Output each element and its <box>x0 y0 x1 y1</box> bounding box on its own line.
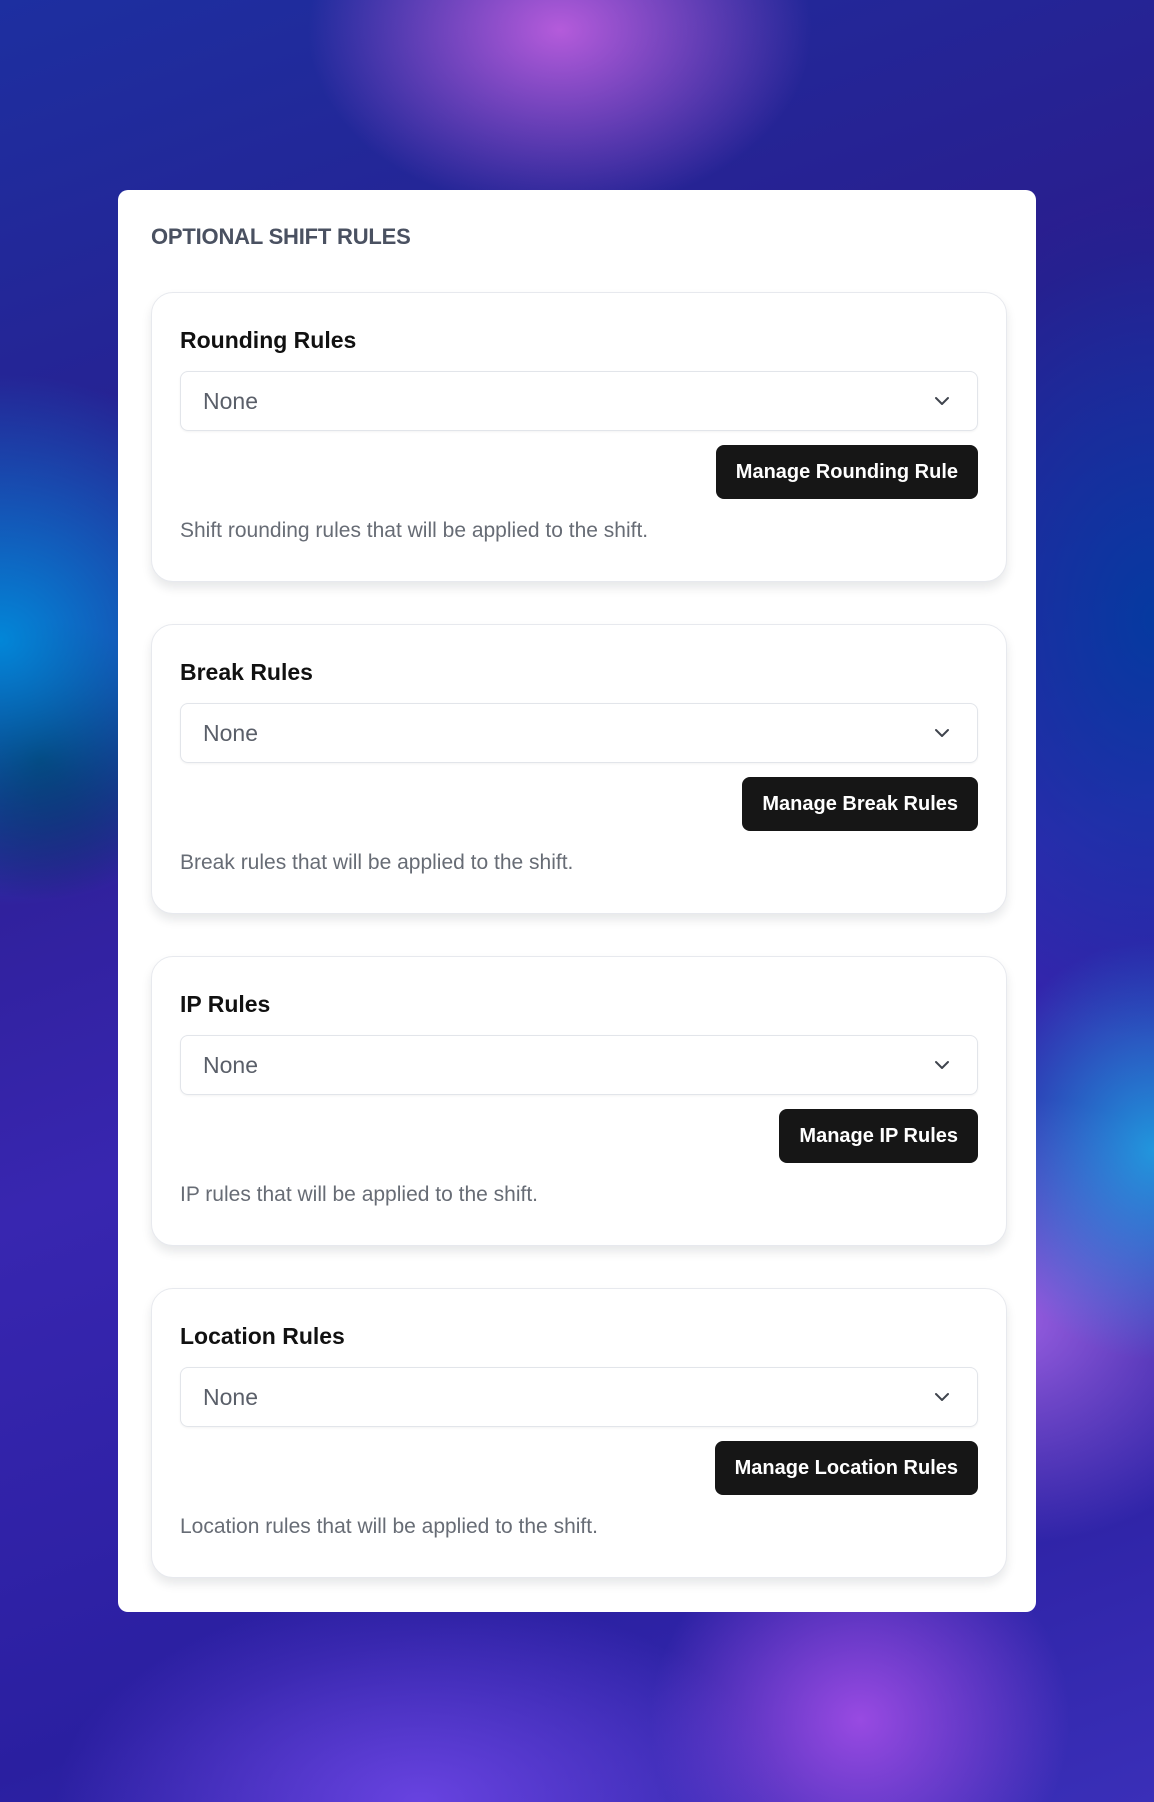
location-rules-card: Location Rules None Manage Location Rule… <box>151 1288 1007 1578</box>
chevron-down-icon <box>931 390 953 412</box>
panel-title: OPTIONAL SHIFT RULES <box>151 224 411 249</box>
location-rules-description: Location rules that will be applied to t… <box>180 1515 598 1538</box>
rounding-rules-select[interactable]: None <box>180 371 978 431</box>
break-rules-select-value: None <box>203 719 258 746</box>
ip-rules-card: IP Rules None Manage IP Rules IP rules t… <box>151 956 1007 1246</box>
break-rules-title: Break Rules <box>180 659 313 685</box>
rounding-rules-description: Shift rounding rules that will be applie… <box>180 519 649 542</box>
ip-rules-description: IP rules that will be applied to the shi… <box>180 1183 538 1206</box>
break-rules-card: Break Rules None Manage Break Rules Brea… <box>151 624 1007 914</box>
ip-rules-title: IP Rules <box>180 991 271 1017</box>
optional-shift-rules-panel: OPTIONAL SHIFT RULES Rounding Rules None… <box>118 190 1036 1612</box>
location-rules-select-value: None <box>203 1383 258 1410</box>
chevron-down-icon <box>931 722 953 744</box>
rounding-rules-title: Rounding Rules <box>180 327 357 353</box>
ip-rules-select-value: None <box>203 1051 258 1078</box>
rounding-rules-select-value: None <box>203 387 258 414</box>
location-rules-title: Location Rules <box>180 1323 345 1349</box>
location-rules-select[interactable]: None <box>180 1367 978 1427</box>
manage-rounding-rule-button[interactable]: Manage Rounding Rule <box>715 445 978 499</box>
manage-break-rules-button[interactable]: Manage Break Rules <box>742 777 978 831</box>
chevron-down-icon <box>931 1386 953 1408</box>
break-rules-select[interactable]: None <box>180 703 978 763</box>
rounding-rules-card: Rounding Rules None Manage Rounding Rule… <box>151 292 1007 582</box>
chevron-down-icon <box>931 1054 953 1076</box>
break-rules-description: Break rules that will be applied to the … <box>180 851 574 874</box>
manage-ip-rules-button[interactable]: Manage IP Rules <box>779 1109 978 1163</box>
ip-rules-select[interactable]: None <box>180 1035 978 1095</box>
manage-location-rules-button[interactable]: Manage Location Rules <box>714 1441 978 1495</box>
